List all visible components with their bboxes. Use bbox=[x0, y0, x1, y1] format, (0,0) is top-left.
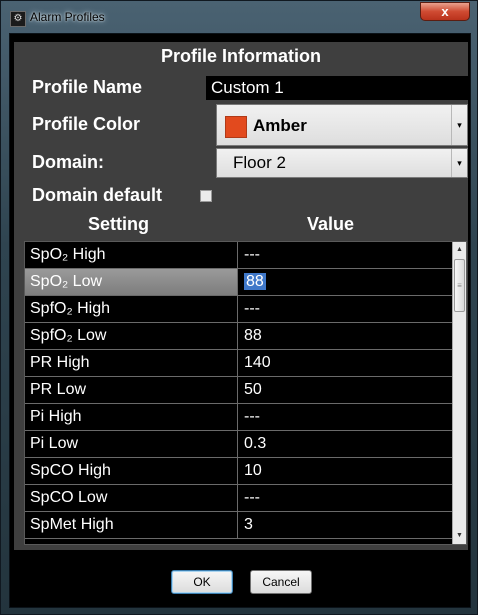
setting-cell[interactable]: PR Low bbox=[25, 377, 238, 403]
app-icon: ⚙ bbox=[10, 11, 26, 27]
section-title: Profile Information bbox=[160, 46, 321, 66]
setting-cell[interactable]: SpO₂ Low bbox=[25, 269, 238, 295]
table-row[interactable]: Pi Low 0.3 bbox=[25, 431, 452, 458]
setting-cell[interactable]: SpfO₂ Low bbox=[25, 323, 238, 349]
table-row[interactable]: PR High 140 bbox=[25, 350, 452, 377]
value-cell[interactable]: 88 bbox=[238, 323, 452, 349]
table-row[interactable]: PR Low 50 bbox=[25, 377, 452, 404]
setting-column-header: Setting bbox=[88, 214, 149, 234]
profile-color-value: Amber bbox=[253, 116, 307, 135]
domain-value: Floor 2 bbox=[233, 153, 286, 172]
profile-color-label: Profile Color bbox=[32, 114, 141, 134]
value-cell[interactable]: 0.3 bbox=[238, 431, 452, 457]
table-row[interactable]: SpMet High 3 bbox=[25, 512, 452, 539]
value-cell[interactable]: --- bbox=[238, 242, 452, 268]
domain-dropdown[interactable]: Floor 2 ▾ bbox=[216, 148, 468, 178]
value-cell[interactable]: --- bbox=[238, 485, 452, 511]
value-cell[interactable]: --- bbox=[238, 296, 452, 322]
domain-default-checkbox[interactable] bbox=[200, 190, 212, 202]
table-row[interactable]: SpCO Low --- bbox=[25, 485, 452, 512]
value-cell[interactable]: --- bbox=[238, 404, 452, 430]
scroll-up-icon[interactable]: ▲ bbox=[453, 242, 466, 258]
value-cell[interactable]: 140 bbox=[238, 350, 452, 376]
value-cell[interactable]: 50 bbox=[238, 377, 452, 403]
value-cell[interactable]: 10 bbox=[238, 458, 452, 484]
settings-grid[interactable]: SpO₂ High --- SpO₂ Low 88 SpfO₂ High --- SpfO₂… bbox=[24, 241, 467, 545]
scroll-thumb[interactable]: ≡ bbox=[454, 259, 465, 312]
domain-default-label: Domain default bbox=[32, 185, 163, 205]
profile-name-label: Profile Name bbox=[32, 77, 143, 97]
cancel-button[interactable]: Cancel bbox=[250, 570, 312, 594]
title-bar[interactable]: ⚙ Alarm Profiles x bbox=[1, 1, 478, 33]
domain-label: Domain: bbox=[32, 152, 104, 172]
setting-cell[interactable]: PR High bbox=[25, 350, 238, 376]
setting-cell[interactable]: SpMet High bbox=[25, 512, 238, 538]
table-row[interactable]: SpO₂ High --- bbox=[25, 242, 452, 269]
table-row[interactable]: SpO₂ Low 88 bbox=[25, 269, 452, 296]
table-row[interactable]: SpfO₂ Low 88 bbox=[25, 323, 452, 350]
setting-cell[interactable]: SpCO Low bbox=[25, 485, 238, 511]
chevron-down-icon: ▾ bbox=[451, 149, 467, 177]
setting-cell[interactable]: Pi Low bbox=[25, 431, 238, 457]
vertical-scrollbar[interactable]: ▲ ≡ ▼ bbox=[452, 242, 466, 544]
setting-cell[interactable]: SpfO₂ High bbox=[25, 296, 238, 322]
ok-button[interactable]: OK bbox=[171, 570, 233, 594]
setting-cell[interactable]: SpO₂ High bbox=[25, 242, 238, 268]
value-cell[interactable]: 88 bbox=[238, 269, 452, 295]
profile-name-input[interactable]: Custom 1 bbox=[206, 76, 468, 100]
close-button[interactable]: x bbox=[420, 2, 470, 21]
setting-cell[interactable]: Pi High bbox=[25, 404, 238, 430]
profile-color-dropdown[interactable]: Amber ▾ bbox=[216, 104, 468, 146]
value-cell[interactable]: 3 bbox=[238, 512, 452, 538]
selected-value-text[interactable]: 88 bbox=[244, 273, 266, 290]
table-row[interactable]: SpfO₂ High --- bbox=[25, 296, 452, 323]
table-row[interactable]: SpCO High 10 bbox=[25, 458, 452, 485]
setting-cell[interactable]: SpCO High bbox=[25, 458, 238, 484]
color-swatch bbox=[225, 116, 247, 138]
value-column-header: Value bbox=[307, 214, 355, 234]
chevron-down-icon: ▾ bbox=[451, 105, 467, 145]
window-title: Alarm Profiles bbox=[30, 10, 105, 24]
table-row[interactable]: Pi High --- bbox=[25, 404, 452, 431]
scroll-down-icon[interactable]: ▼ bbox=[453, 528, 466, 544]
